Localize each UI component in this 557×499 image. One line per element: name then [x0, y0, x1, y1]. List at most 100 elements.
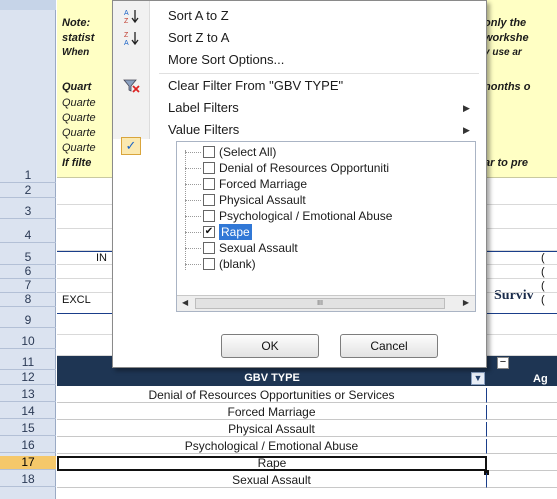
row5-value[interactable]: ( [541, 251, 545, 265]
row-number-8[interactable]: 8 [0, 293, 56, 307]
horizontal-scrollbar[interactable]: ◀ III ▶ [177, 295, 475, 311]
checklist-label: Forced Marriage [219, 177, 308, 191]
table-cell[interactable] [487, 439, 557, 454]
scroll-right-icon[interactable]: ▶ [463, 298, 469, 307]
row-number-5[interactable]: 5 [0, 251, 56, 265]
filter-value-checklist[interactable]: (Select All) Denial of Resources Opportu… [176, 141, 476, 312]
note-right-1: only the [484, 17, 527, 29]
note-if-filter: If filte [62, 157, 92, 169]
tree-branch [185, 168, 201, 169]
checklist-item[interactable]: Physical Assault [177, 192, 475, 208]
svg-text:A: A [124, 40, 129, 46]
more-sort-options-label: More Sort Options... [168, 52, 285, 67]
checkbox[interactable] [203, 242, 215, 254]
row-number-11[interactable]: 11 [0, 356, 56, 370]
clear-filter-label: Clear Filter From "GBV TYPE" [168, 78, 344, 93]
row7-value[interactable]: ( [541, 279, 545, 293]
row-number-7[interactable]: 7 [0, 279, 56, 293]
checklist-item-select-all[interactable]: (Select All) [177, 144, 475, 160]
table-row[interactable]: Sexual Assault [57, 473, 487, 488]
label-filters-label: Label Filters [168, 100, 239, 115]
note-right-3: y use ar [484, 47, 522, 58]
note-statist: statist [62, 32, 95, 44]
row8-value[interactable]: ( [541, 293, 545, 307]
table-cell[interactable] [487, 456, 557, 471]
table-row[interactable]: Forced Marriage [57, 405, 487, 420]
submenu-arrow-icon: ▶ [463, 103, 470, 113]
checklist-label: (blank) [219, 257, 256, 271]
collapse-icon[interactable]: − [497, 357, 509, 369]
checkbox[interactable] [203, 162, 215, 174]
sort-za-icon: ZA [123, 30, 141, 47]
checkbox[interactable] [203, 178, 215, 190]
checklist-item[interactable]: (blank) [177, 256, 475, 272]
checklist-item[interactable]: Denial of Resources Opportuniti [177, 160, 475, 176]
more-sort-options-item[interactable]: More Sort Options... [113, 49, 486, 71]
autofilter-dropdown[interactable]: AZ Sort A to Z ZA Sort Z to A More Sort … [112, 0, 487, 368]
row-number-16[interactable]: 16 [0, 439, 56, 453]
sort-a-to-z-label: Sort A to Z [168, 8, 229, 23]
sort-az-icon: AZ [123, 8, 141, 25]
table-row[interactable]: Denial of Resources Opportunities or Ser… [57, 388, 487, 403]
table-cell[interactable] [487, 388, 557, 403]
row-number-3[interactable]: 3 [0, 205, 56, 219]
tree-branch [185, 248, 201, 249]
note-quart-2: Quarte [62, 97, 96, 109]
scroll-left-icon[interactable]: ◀ [182, 298, 188, 307]
submenu-arrow-icon: ▶ [463, 125, 470, 135]
scroll-thumb[interactable]: III [195, 298, 445, 309]
row-number-4[interactable]: 4 [0, 229, 56, 243]
checkmark-icon: ✓ [121, 137, 141, 155]
table-cell[interactable] [487, 405, 557, 420]
tree-branch [185, 184, 201, 185]
row-number-2[interactable]: 2 [0, 184, 56, 198]
row5-label[interactable]: IN [96, 251, 107, 265]
table-row[interactable]: Psychological / Emotional Abuse [57, 439, 487, 454]
row-number-12[interactable]: 12 [0, 371, 56, 385]
checkbox[interactable] [203, 258, 215, 270]
row-number-6[interactable]: 6 [0, 265, 56, 279]
checklist-label: Physical Assault [219, 193, 306, 207]
checkbox[interactable] [203, 194, 215, 206]
gbv-type-header-label: GBV TYPE [244, 372, 300, 384]
checklist-label: (Select All) [219, 145, 277, 159]
note-label: Note: [62, 17, 91, 29]
menu-separator [159, 73, 479, 74]
checklist-item[interactable]: Sexual Assault [177, 240, 475, 256]
row-number-10[interactable]: 10 [0, 335, 56, 349]
note-quart-5: Quarte [62, 142, 96, 154]
row-number-9[interactable]: 9 [0, 314, 56, 328]
checklist-item[interactable]: Psychological / Emotional Abuse [177, 208, 475, 224]
label-filters-item[interactable]: Label Filters ▶ [113, 97, 486, 119]
value-filters-item[interactable]: Value Filters ▶ [113, 119, 486, 141]
note-right-2: workshe [484, 32, 529, 44]
row-number-17[interactable]: 17 [0, 456, 56, 470]
select-all-corner[interactable] [0, 0, 56, 10]
checklist-item[interactable]: Forced Marriage [177, 176, 475, 192]
row6-value[interactable]: ( [541, 265, 545, 279]
gbv-type-header[interactable]: GBV TYPE ▼ [57, 371, 487, 386]
checklist-label: Denial of Resources Opportuniti [219, 161, 390, 175]
row-number-1[interactable]: 1 [0, 169, 56, 183]
filter-dropdown-icon[interactable]: ▼ [471, 372, 485, 385]
sort-a-to-z-item[interactable]: AZ Sort A to Z [113, 5, 486, 27]
checklist-item-rape[interactable]: ✔ Rape [177, 224, 475, 240]
selected-cell-rape[interactable]: Rape [57, 456, 487, 471]
cancel-button[interactable]: Cancel [340, 334, 438, 358]
row-number-18[interactable]: 18 [0, 473, 56, 487]
table-cell[interactable] [487, 422, 557, 437]
table-cell[interactable] [487, 473, 557, 488]
checkbox-checked[interactable]: ✔ [203, 226, 215, 238]
clear-filter-item[interactable]: Clear Filter From "GBV TYPE" [113, 75, 486, 97]
checkbox[interactable] [203, 210, 215, 222]
row8-label[interactable]: EXCL [62, 293, 91, 307]
checkbox[interactable] [203, 146, 215, 158]
ok-button[interactable]: OK [221, 334, 319, 358]
sort-z-to-a-item[interactable]: ZA Sort Z to A [113, 27, 486, 49]
row-number-14[interactable]: 14 [0, 405, 56, 419]
row-number-13[interactable]: 13 [0, 388, 56, 402]
tree-branch [185, 200, 201, 201]
table-row[interactable]: Physical Assault [57, 422, 487, 437]
checklist-label-selected: Rape [219, 224, 252, 240]
row-number-15[interactable]: 15 [0, 422, 56, 436]
